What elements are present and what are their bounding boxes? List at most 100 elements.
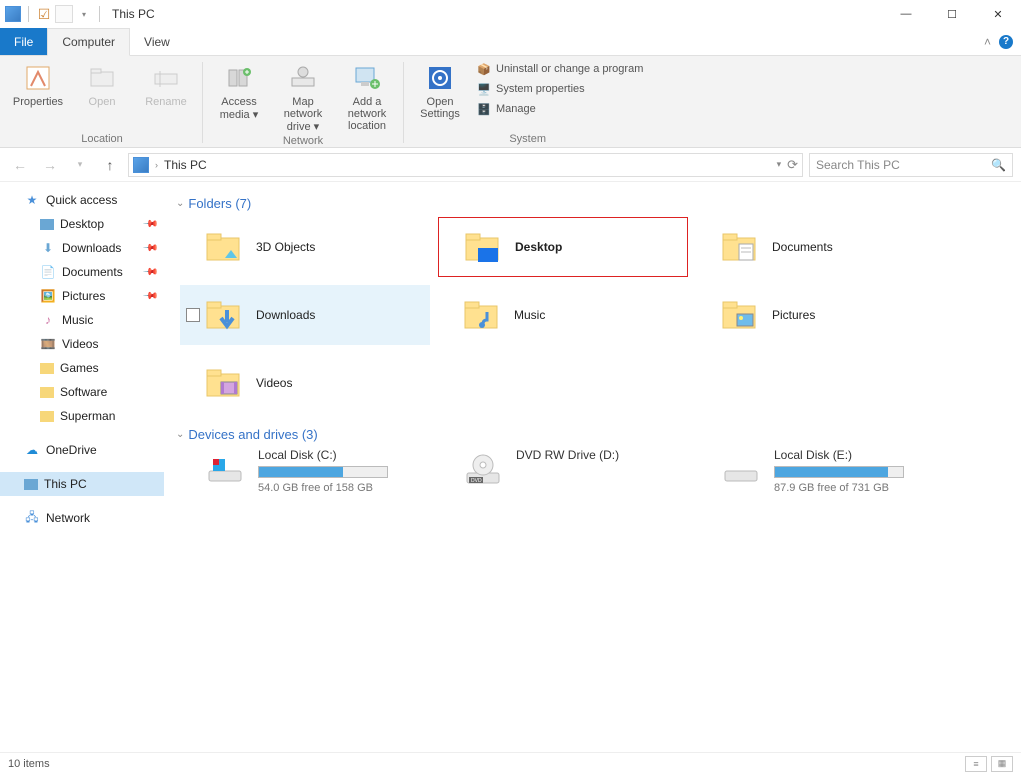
sidebar-item-videos[interactable]: 🎞️Videos <box>0 332 164 356</box>
breadcrumb[interactable]: This PC <box>164 158 207 172</box>
sidebar-onedrive[interactable]: ☁OneDrive <box>0 438 164 462</box>
sidebar-network[interactable]: 🖧Network <box>0 506 164 530</box>
folder-icon <box>40 411 54 422</box>
sidebar-item-pictures[interactable]: 🖼️Pictures📌 <box>0 284 164 308</box>
computer-tab[interactable]: Computer <box>47 28 130 56</box>
folder-downloads[interactable]: Downloads <box>180 285 430 345</box>
drive-info: Local Disk (C:) 54.0 GB free of 158 GB <box>258 448 388 494</box>
pc-icon <box>133 157 149 173</box>
pictures-icon: 🖼️ <box>40 288 56 304</box>
folder-desktop[interactable]: Desktop <box>438 217 688 277</box>
help-icon[interactable]: ? <box>999 35 1013 49</box>
videos-icon: 🎞️ <box>40 336 56 352</box>
folder-icon <box>40 363 54 374</box>
add-network-location-button[interactable]: Add a network location <box>337 58 397 132</box>
drive-c[interactable]: Local Disk (C:) 54.0 GB free of 158 GB <box>180 448 430 494</box>
folder-icon <box>204 294 246 336</box>
folder-icon <box>462 294 504 336</box>
desktop-icon <box>40 219 54 230</box>
minimize-button[interactable]: — <box>883 0 929 28</box>
nav-sidebar: ★ Quick access Desktop📌 ⬇Downloads📌 📄Doc… <box>0 182 164 752</box>
drive-icon <box>720 448 762 490</box>
sidebar-item-downloads[interactable]: ⬇Downloads📌 <box>0 236 164 260</box>
back-button[interactable]: ← <box>8 153 32 177</box>
view-tab[interactable]: View <box>130 28 184 55</box>
folder-icon <box>40 387 54 398</box>
large-icons-view-button[interactable]: ▦ <box>991 756 1013 772</box>
open-settings-button[interactable]: Open Settings <box>410 58 470 120</box>
properties-qat-icon[interactable]: ☑ <box>35 5 53 23</box>
address-dropdown-icon[interactable]: ▾ <box>777 159 782 170</box>
sidebar-item-software[interactable]: Software <box>0 380 164 404</box>
folder-3d-objects[interactable]: 3D Objects <box>180 217 430 277</box>
app-icon <box>4 5 22 23</box>
window-title: This PC <box>112 7 155 21</box>
folders-section-header[interactable]: ⌄ Folders (7) <box>176 196 1009 211</box>
details-view-button[interactable]: ≡ <box>965 756 987 772</box>
ribbon-right: ˄ ? <box>984 28 1021 55</box>
properties-icon <box>22 62 54 94</box>
forward-button[interactable]: → <box>38 153 62 177</box>
network-icon: 🖧 <box>24 510 40 526</box>
quick-access-toolbar: ☑ ▾ <box>4 5 104 23</box>
svg-text:DVD: DVD <box>471 478 482 484</box>
drive-info: DVD RW Drive (D:) <box>516 448 619 462</box>
separator <box>28 6 29 22</box>
sysprops-icon: 🖥️ <box>476 81 492 97</box>
content-pane: ⌄ Folders (7) 3D Objects Desktop Documen… <box>164 182 1021 752</box>
map-drive-icon <box>287 62 319 94</box>
body: ★ Quick access Desktop📌 ⬇Downloads📌 📄Doc… <box>0 182 1021 752</box>
folder-icon <box>204 362 246 404</box>
pin-icon: 📌 <box>141 240 158 257</box>
sidebar-item-desktop[interactable]: Desktop📌 <box>0 212 164 236</box>
address-bar[interactable]: › This PC ▾ ⟳ <box>128 153 803 177</box>
folders-grid: 3D Objects Desktop Documents Downloads M… <box>180 217 1009 413</box>
checkbox[interactable] <box>186 308 200 322</box>
qat-dropdown-icon[interactable]: ▾ <box>75 5 93 23</box>
recent-dropdown[interactable]: ▾ <box>68 153 92 177</box>
folder-videos[interactable]: Videos <box>180 353 430 413</box>
sidebar-this-pc[interactable]: This PC <box>0 472 164 496</box>
ribbon: Properties Open Rename Location Access m… <box>0 56 1021 148</box>
sidebar-quick-access[interactable]: ★ Quick access <box>0 188 164 212</box>
separator <box>202 62 203 143</box>
folder-documents[interactable]: Documents <box>696 217 946 277</box>
folder-music[interactable]: Music <box>438 285 688 345</box>
rename-button: Rename <box>136 58 196 108</box>
search-box[interactable]: Search This PC 🔍 <box>809 153 1013 177</box>
system-buttons: 📦Uninstall or change a program 🖥️System … <box>474 58 645 118</box>
system-properties-button[interactable]: 🖥️System properties <box>474 80 645 98</box>
new-folder-qat-icon[interactable] <box>55 5 73 23</box>
documents-icon: 📄 <box>40 264 56 280</box>
music-icon: ♪ <box>40 312 56 328</box>
sidebar-item-documents[interactable]: 📄Documents📌 <box>0 260 164 284</box>
drive-dvd[interactable]: DVD DVD RW Drive (D:) <box>438 448 688 494</box>
map-network-drive-button[interactable]: Map network drive ▾ <box>273 58 333 133</box>
close-button[interactable]: ✕ <box>975 0 1021 28</box>
pc-icon <box>24 479 38 490</box>
ribbon-group-network: Access media ▾ Map network drive ▾ Add a… <box>205 58 401 147</box>
nav-row: ← → ▾ ↑ › This PC ▾ ⟳ Search This PC 🔍 <box>0 148 1021 182</box>
sidebar-item-games[interactable]: Games <box>0 356 164 380</box>
maximize-button[interactable]: ☐ <box>929 0 975 28</box>
onedrive-icon: ☁ <box>24 442 40 458</box>
separator <box>99 6 100 22</box>
drive-e[interactable]: Local Disk (E:) 87.9 GB free of 731 GB <box>696 448 946 494</box>
open-icon <box>86 62 118 94</box>
dvd-icon: DVD <box>462 448 504 490</box>
access-media-button[interactable]: Access media ▾ <box>209 58 269 121</box>
sidebar-item-superman[interactable]: Superman <box>0 404 164 428</box>
file-tab[interactable]: File <box>0 28 47 55</box>
folder-icon <box>204 226 246 268</box>
status-bar: 10 items ≡ ▦ <box>0 752 1021 774</box>
window-controls: — ☐ ✕ <box>883 0 1021 28</box>
collapse-ribbon-icon[interactable]: ˄ <box>984 35 991 49</box>
sidebar-item-music[interactable]: ♪Music <box>0 308 164 332</box>
uninstall-button[interactable]: 📦Uninstall or change a program <box>474 60 645 78</box>
drives-section-header[interactable]: ⌄ Devices and drives (3) <box>176 427 1009 442</box>
manage-button[interactable]: 🗄️Manage <box>474 100 645 118</box>
folder-pictures[interactable]: Pictures <box>696 285 946 345</box>
refresh-button[interactable]: ⟳ <box>787 157 798 173</box>
properties-button[interactable]: Properties <box>8 58 68 108</box>
up-button[interactable]: ↑ <box>98 153 122 177</box>
